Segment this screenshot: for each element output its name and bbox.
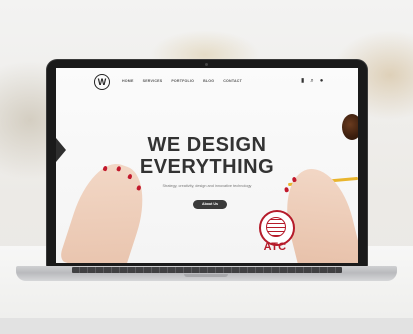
hero-heading-line2: EVERYTHING	[139, 156, 275, 178]
user-icon[interactable]: ●	[320, 77, 324, 85]
camera-icon	[205, 63, 208, 66]
nav-link-services[interactable]: SERVICES	[143, 79, 163, 83]
laptop-lid: W HOME SERVICES PORTFOLIO BLOG CONTACT ▮…	[47, 60, 367, 267]
about-us-button[interactable]: About Us	[193, 200, 227, 209]
nav-link-home[interactable]: HOME	[122, 79, 134, 83]
bottom-strip	[0, 318, 413, 334]
atc-logo-text: ATC	[263, 241, 287, 253]
search-icon[interactable]: ⌕	[310, 77, 313, 85]
laptop-base	[16, 266, 397, 281]
laptop-screen: W HOME SERVICES PORTFOLIO BLOG CONTACT ▮…	[56, 68, 358, 263]
atc-logo: ATC	[254, 210, 296, 260]
globe-icon	[266, 217, 286, 237]
hero-subtitle: Strategy, creativity, design and innovat…	[162, 184, 252, 188]
nav-links: HOME SERVICES PORTFOLIO BLOG CONTACT	[122, 79, 242, 83]
keyboard	[72, 267, 342, 273]
nav-link-blog[interactable]: BLOG	[203, 79, 214, 83]
bag-icon[interactable]: ▮	[301, 77, 304, 85]
nav-link-contact[interactable]: CONTACT	[223, 79, 242, 83]
site-navbar: W HOME SERVICES PORTFOLIO BLOG CONTACT ▮…	[56, 68, 358, 94]
nav-link-portfolio[interactable]: PORTFOLIO	[171, 79, 194, 83]
product-photo: W HOME SERVICES PORTFOLIO BLOG CONTACT ▮…	[0, 0, 413, 334]
laptop-notch	[184, 274, 228, 277]
hero-heading-line1: WE DESIGN	[147, 134, 267, 156]
site-logo[interactable]: W	[94, 74, 110, 90]
nav-icons: ▮ ⌕ ●	[301, 77, 323, 85]
